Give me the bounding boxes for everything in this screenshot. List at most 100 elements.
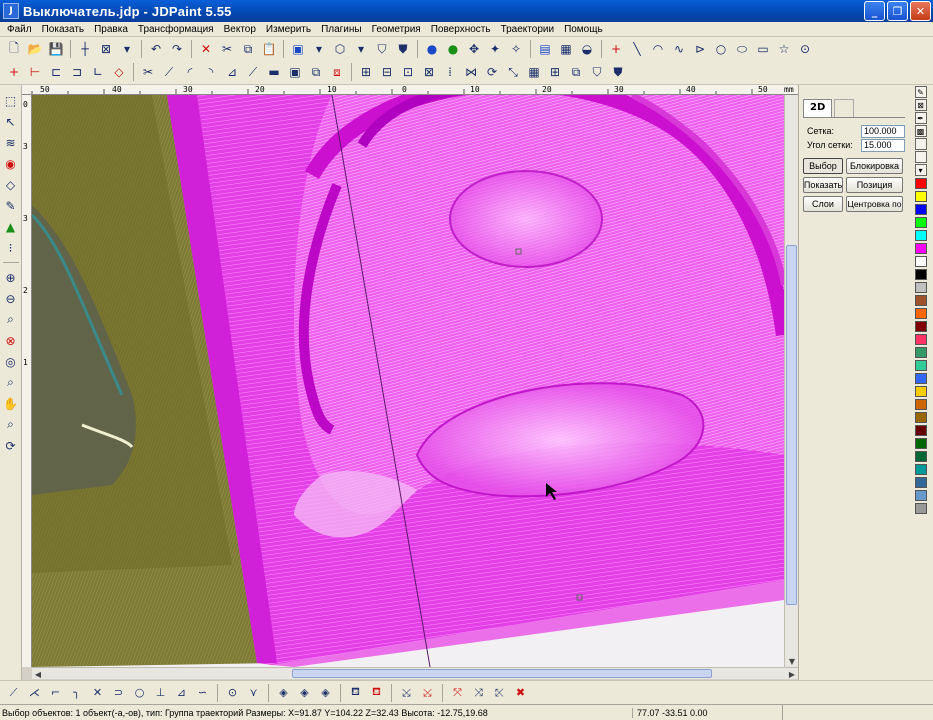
color-swatch[interactable] xyxy=(914,243,927,254)
snap-tangent-icon[interactable]: ◇ xyxy=(109,62,129,82)
snap-point-icon[interactable]: + xyxy=(4,62,24,82)
undo-icon[interactable]: ↶ xyxy=(146,39,166,59)
zoom-out-icon[interactable]: ⊖ xyxy=(2,289,20,308)
array-icon[interactable]: ⁞ xyxy=(440,62,460,82)
layers-button[interactable]: Слои xyxy=(803,196,843,212)
dropdown-arrow-icon[interactable]: ▾ xyxy=(351,39,371,59)
layer-icon[interactable]: ▤ xyxy=(535,39,555,59)
color-swatch[interactable] xyxy=(914,438,927,449)
brush-icon[interactable]: ✎ xyxy=(2,196,20,215)
color-swatch[interactable] xyxy=(914,477,927,488)
pattern-icon[interactable]: ▩ xyxy=(914,125,927,137)
color-swatch[interactable] xyxy=(914,412,927,423)
tangent-icon[interactable]: ⊿ xyxy=(172,683,191,702)
trim-icon[interactable]: ✂ xyxy=(138,62,158,82)
shield-filled-icon[interactable]: ⛊ xyxy=(608,62,628,82)
color-swatch[interactable] xyxy=(914,308,927,319)
circle-tool-icon[interactable]: ○ xyxy=(130,683,149,702)
color-swatch[interactable] xyxy=(914,503,927,514)
horizontal-scrollbar[interactable]: ◀ ▶ xyxy=(32,667,798,679)
perpendicular-icon[interactable]: ⊥ xyxy=(151,683,170,702)
node-a-icon[interactable]: ◈ xyxy=(274,683,293,702)
node-edit-icon[interactable]: ✥ xyxy=(464,39,484,59)
shield-filled-icon[interactable]: ⛊ xyxy=(393,39,413,59)
zoom-real-icon[interactable]: ⌕ xyxy=(2,415,20,434)
select-icon[interactable]: ⬚ xyxy=(2,91,20,110)
horizontal-scroll-thumb[interactable] xyxy=(292,669,712,678)
angle-input[interactable]: 15.000 xyxy=(861,138,905,152)
3d-viewport[interactable] xyxy=(32,95,784,667)
shield-icon[interactable]: ⛉ xyxy=(372,39,392,59)
maximize-button[interactable]: ❐ xyxy=(887,1,908,21)
group-icon[interactable]: ⧈ xyxy=(327,62,347,82)
frame-icon[interactable]: ▣ xyxy=(285,62,305,82)
palette-scroll-icon[interactable]: ▾ xyxy=(914,164,927,176)
menu-measure[interactable]: Измерить xyxy=(261,24,316,35)
color-swatch[interactable] xyxy=(914,295,927,306)
polyline-icon[interactable]: ⊳ xyxy=(690,39,710,59)
align-left-icon[interactable]: ⊞ xyxy=(356,62,376,82)
snap-end-icon[interactable]: ⊏ xyxy=(46,62,66,82)
menu-file[interactable]: Файл xyxy=(2,24,37,35)
close-button[interactable]: ✕ xyxy=(910,1,931,21)
redo-icon[interactable]: ↷ xyxy=(167,39,187,59)
vertical-scrollbar[interactable]: ▼ xyxy=(784,95,798,667)
minimize-button[interactable]: _ xyxy=(864,1,885,21)
select-button[interactable]: Выбор xyxy=(803,158,843,174)
circle-icon[interactable]: ○ xyxy=(711,39,731,59)
pin-blue-icon[interactable]: ● xyxy=(422,39,442,59)
rotate-icon[interactable]: ⟳ xyxy=(482,62,502,82)
menu-view[interactable]: Показать xyxy=(37,24,90,35)
color-swatch[interactable] xyxy=(914,490,927,501)
center-button[interactable]: Центровка по xyxy=(846,196,903,212)
menu-surface[interactable]: Поверхность xyxy=(426,24,496,35)
distribute-icon[interactable]: ⊠ xyxy=(419,62,439,82)
crosshair-icon[interactable]: ┼ xyxy=(75,39,95,59)
swatch-blank-icon[interactable] xyxy=(914,138,927,150)
zoom-extents-icon[interactable]: ⊗ xyxy=(2,331,20,350)
pen-icon[interactable]: ✎ xyxy=(914,86,927,98)
color-swatch[interactable] xyxy=(914,373,927,384)
boolean-icon[interactable]: ⧉ xyxy=(306,62,326,82)
color-swatch[interactable] xyxy=(914,256,927,267)
text-icon[interactable]: ⁝ xyxy=(2,238,20,257)
lock-button[interactable]: Блокировка xyxy=(846,158,903,174)
fill-red-icon[interactable]: ⛾ xyxy=(367,683,386,702)
extend-icon[interactable]: ⟋ xyxy=(159,62,179,82)
grid-icon[interactable]: ▦ xyxy=(556,39,576,59)
line-tool-icon[interactable]: ⟋ xyxy=(4,683,23,702)
rectangle-icon[interactable]: ▭ xyxy=(753,39,773,59)
open-folder-icon[interactable]: 📂 xyxy=(25,39,45,59)
dropdown-arrow-icon[interactable]: ▾ xyxy=(309,39,329,59)
dropper-icon[interactable]: ✒ xyxy=(914,112,927,124)
tree-icon[interactable]: ▲ xyxy=(2,217,20,236)
node-tool-icon[interactable]: ✦ xyxy=(485,39,505,59)
offset-icon[interactable]: ▬ xyxy=(264,62,284,82)
connect-icon[interactable]: ⤧ xyxy=(448,683,467,702)
align-top-icon[interactable]: ⊡ xyxy=(398,62,418,82)
menu-geometry[interactable]: Геометрия xyxy=(367,24,426,35)
refresh-icon[interactable]: ⟳ xyxy=(2,436,20,455)
curve-icon[interactable]: ∿ xyxy=(669,39,689,59)
layer-copy-icon[interactable]: ⧉ xyxy=(566,62,586,82)
curve-tool-icon[interactable]: ∽ xyxy=(193,683,212,702)
snap-middle-icon[interactable]: ⊢ xyxy=(25,62,45,82)
polygon-icon[interactable]: ⊙ xyxy=(795,39,815,59)
point-icon[interactable]: + xyxy=(606,39,626,59)
surface-icon[interactable]: ◒ xyxy=(577,39,597,59)
eye-icon[interactable]: ◎ xyxy=(2,352,20,371)
view-3d-icon[interactable]: ⬡ xyxy=(330,39,350,59)
menu-edit[interactable]: Правка xyxy=(89,24,133,35)
hand-pan-icon[interactable]: ✋ xyxy=(2,394,20,413)
color-swatch[interactable] xyxy=(914,282,927,293)
color-swatch[interactable] xyxy=(914,347,927,358)
color-swatch[interactable] xyxy=(914,204,927,215)
color-swatch[interactable] xyxy=(914,334,927,345)
menu-plugins[interactable]: Плагины xyxy=(316,24,367,35)
menu-toolpaths[interactable]: Траектории xyxy=(496,24,559,35)
break-paths-icon[interactable]: ⤪ xyxy=(490,683,509,702)
vertical-scroll-thumb[interactable] xyxy=(786,245,797,605)
menu-help[interactable]: Помощь xyxy=(559,24,608,35)
corner-round-icon[interactable]: ╮ xyxy=(67,683,86,702)
frame-red-icon[interactable]: ◉ xyxy=(2,154,20,173)
